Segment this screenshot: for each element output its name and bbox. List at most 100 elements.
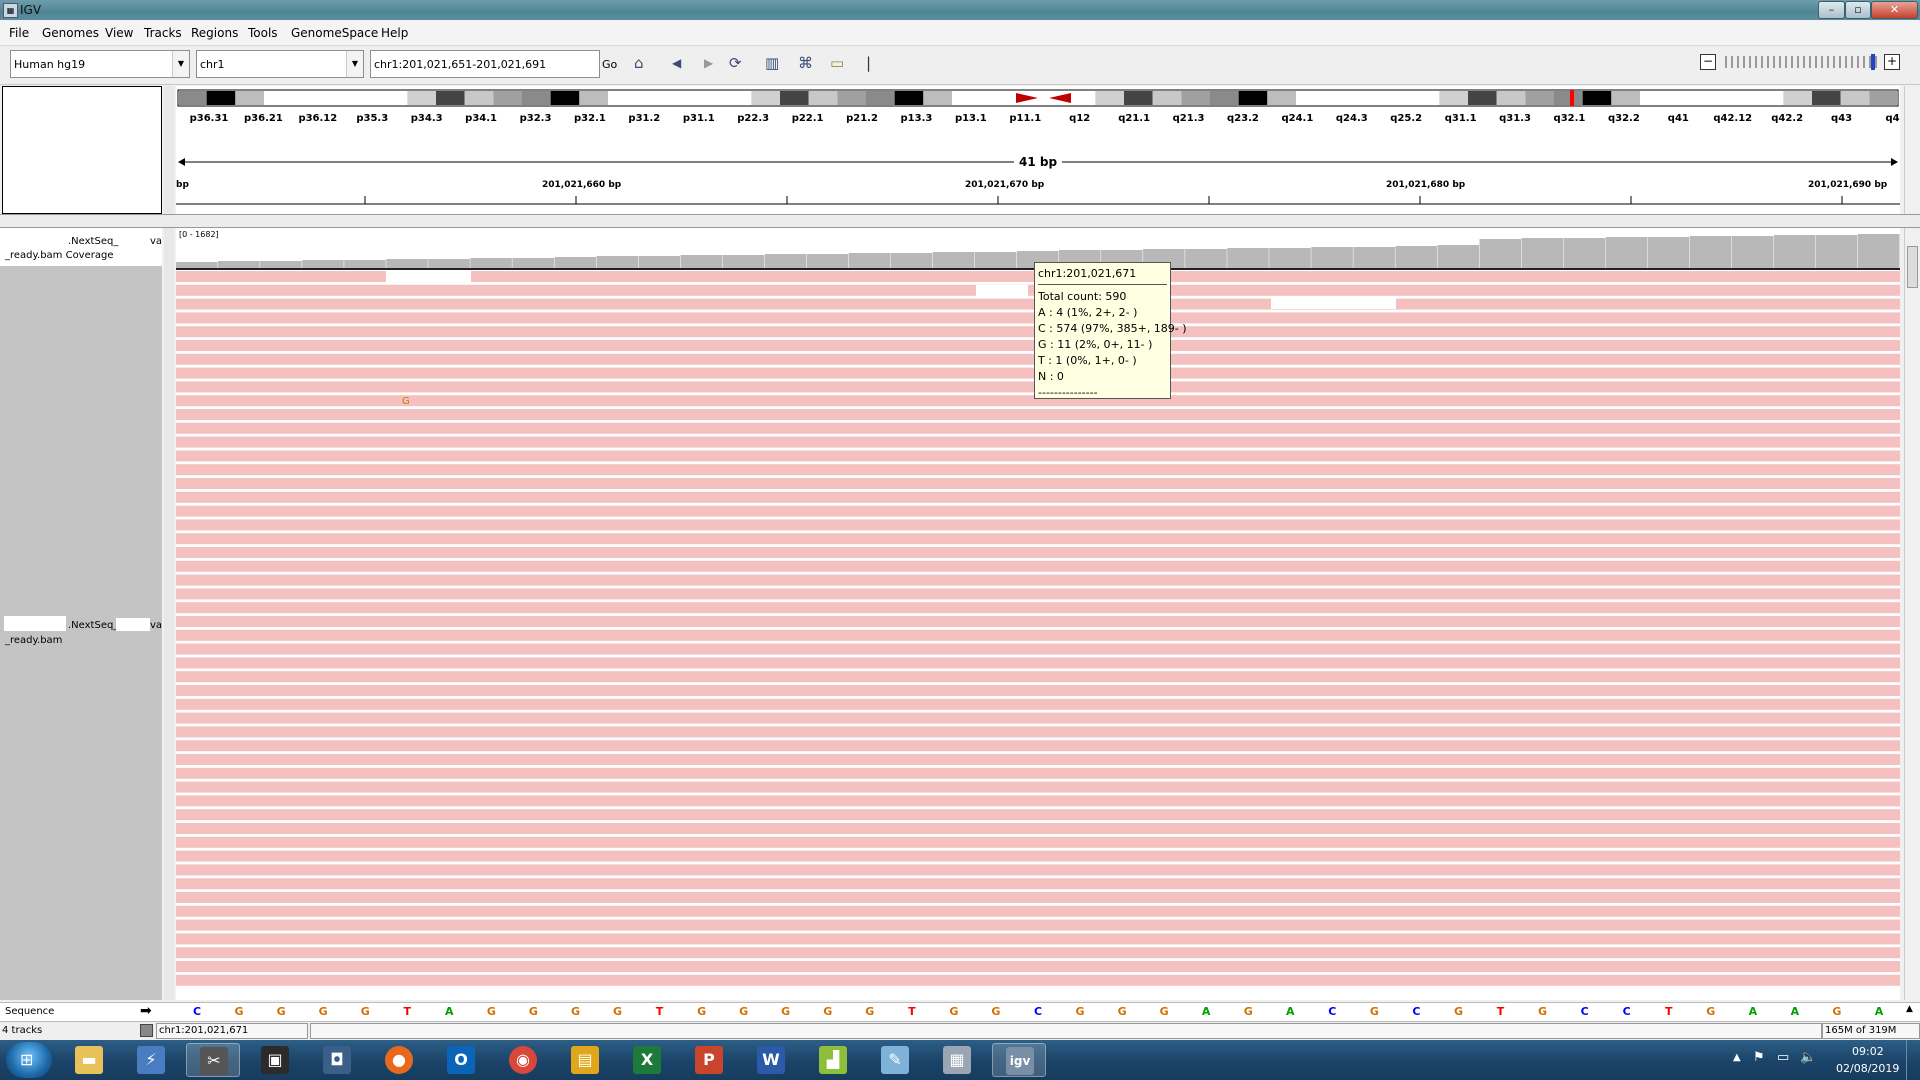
taskbar-explorer[interactable]: ▬ xyxy=(62,1043,116,1077)
forward-arrow-icon[interactable]: ▶ xyxy=(704,56,713,70)
taskbar-word[interactable]: W xyxy=(744,1043,798,1077)
taskbar-network-tool[interactable]: ⚡ xyxy=(124,1043,178,1077)
menu-file[interactable]: File xyxy=(9,26,29,40)
chevron-down-icon[interactable]: ▼ xyxy=(346,51,363,77)
chromosome-ideogram[interactable]: p36.31 p36.21 p36.12 p35.3 p34.3 p34.1 p32.3 p3… xyxy=(176,86,1900,126)
home-icon[interactable]: ⌂ xyxy=(634,54,644,72)
toolbar: Human hg19 ▼ chr1 ▼ chr1:201,021,651-201… xyxy=(0,46,1920,85)
igv-icon: igv xyxy=(1006,1047,1034,1075)
memory-box[interactable]: 165M of 319M xyxy=(1822,1023,1920,1039)
flag-icon[interactable]: ⚑ xyxy=(1753,1050,1765,1065)
taskbar-notes[interactable]: ✎ xyxy=(868,1043,922,1077)
menu-tools[interactable]: Tools xyxy=(248,26,278,40)
resize-tracks-icon[interactable]: ▥ xyxy=(765,54,779,72)
taskbar-calculator[interactable]: ▦ xyxy=(930,1043,984,1077)
read xyxy=(176,422,1900,434)
chromosome-selector[interactable]: chr1 ▼ xyxy=(196,50,364,78)
outlook-icon: O xyxy=(447,1046,475,1074)
mismatch-base[interactable]: G xyxy=(402,396,410,407)
word-icon: W xyxy=(757,1046,785,1074)
coverage-bar xyxy=(680,255,723,268)
menu-tracks[interactable]: Tracks xyxy=(144,26,182,40)
zoom-slider[interactable] xyxy=(1722,54,1882,70)
band-label: p36.21 xyxy=(244,113,283,124)
menu-view[interactable]: View xyxy=(105,26,133,40)
read xyxy=(176,505,1900,517)
clock-date[interactable]: 02/08/2019 xyxy=(1836,1062,1899,1075)
sequence-base: A xyxy=(445,1005,454,1018)
track-count: 4 tracks xyxy=(2,1025,43,1036)
locus-input[interactable]: chr1:201,021,651-201,021,691 xyxy=(370,50,600,78)
zoom-out-icon[interactable]: − xyxy=(1700,54,1716,70)
popup-info-icon[interactable]: ▭ xyxy=(830,54,844,72)
band-label: p34.3 xyxy=(411,113,443,124)
data-scrollbar[interactable] xyxy=(1904,228,1919,1000)
read xyxy=(176,947,1900,959)
read xyxy=(176,436,1900,448)
network-status-icon[interactable]: ▭ xyxy=(1777,1050,1789,1065)
taskbar-excel[interactable]: X xyxy=(620,1043,674,1077)
zoom-in-icon[interactable]: + xyxy=(1884,54,1900,70)
sequence-base: A xyxy=(1286,1005,1295,1018)
band-label: q42.12 xyxy=(1713,113,1752,124)
taskbar-screenshot-tool[interactable]: ✂ xyxy=(186,1043,240,1077)
position-box: chr1:201,021,671 xyxy=(156,1023,308,1039)
go-button[interactable]: Go xyxy=(602,58,617,71)
coverage-track-name[interactable]: .NextSeq_ xyxy=(68,236,118,247)
menu-help[interactable]: Help xyxy=(381,26,408,40)
menu-regions[interactable]: Regions xyxy=(191,26,238,40)
close-button[interactable]: ✕ xyxy=(1871,1,1918,19)
read xyxy=(176,878,1900,890)
menu-genomes[interactable]: Genomes xyxy=(42,26,99,40)
bam-track-name[interactable]: .NextSeq_ xyxy=(68,620,118,631)
clock-time[interactable]: 09:02 xyxy=(1852,1045,1884,1058)
sequence-base: C xyxy=(1622,1005,1631,1018)
header-scrollbar[interactable] xyxy=(1904,86,1919,214)
taskbar-igv[interactable]: igv xyxy=(992,1043,1046,1077)
taskbar-store[interactable]: ◘ xyxy=(310,1043,364,1077)
maximize-button[interactable]: ▫ xyxy=(1845,1,1871,19)
track-name-panel: .NextSeq_ va _ready.bam Coverage .NextSe… xyxy=(0,228,162,1000)
minimize-button[interactable]: – xyxy=(1818,1,1845,19)
show-desktop-button[interactable] xyxy=(1906,1040,1920,1080)
taskbar-filezilla[interactable]: ▤ xyxy=(558,1043,612,1077)
coverage-bar xyxy=(974,252,1017,268)
read xyxy=(176,836,1900,848)
read xyxy=(176,767,1900,779)
tooltip-locus: chr1:201,021,671 xyxy=(1038,266,1167,285)
panel-divider[interactable] xyxy=(164,86,174,216)
coverage-bar xyxy=(722,255,765,268)
volume-icon[interactable]: 🔈 xyxy=(1800,1050,1816,1065)
taskbar-firefox[interactable]: ● xyxy=(372,1043,426,1077)
sequence-base: A xyxy=(1748,1005,1758,1018)
strand-arrow-icon[interactable]: ➡ xyxy=(140,1003,152,1019)
span-label: 41 bp xyxy=(1019,155,1058,169)
taskbar-terminal[interactable]: ▣ xyxy=(248,1043,302,1077)
region-of-interest-icon[interactable]: ⌘ xyxy=(798,54,813,72)
panel-divider[interactable] xyxy=(164,228,174,1000)
sequence-base: G xyxy=(318,1005,328,1018)
ruler-line-icon[interactable]: | xyxy=(866,54,871,72)
start-button[interactable]: ⊞ xyxy=(6,1042,52,1078)
band-label: p35.3 xyxy=(356,113,388,124)
chevron-down-icon[interactable]: ▼ xyxy=(172,51,189,77)
read xyxy=(176,643,1900,655)
sequence-track-name[interactable]: Sequence xyxy=(5,1006,54,1017)
taskbar-chart-app[interactable]: ▟ xyxy=(806,1043,860,1077)
back-arrow-icon[interactable]: ◀ xyxy=(672,56,681,70)
taskbar-powerpoint[interactable]: P xyxy=(682,1043,736,1077)
current-region-marker xyxy=(1570,90,1574,106)
sequence-base: G xyxy=(991,1005,1001,1018)
band-label: q21.1 xyxy=(1118,113,1150,124)
sequence-base: G xyxy=(823,1005,833,1018)
show-hidden-icons[interactable]: ▲ xyxy=(1733,1052,1741,1063)
taskbar-chrome[interactable]: ◉ xyxy=(496,1043,550,1077)
genome-selector[interactable]: Human hg19 ▼ xyxy=(10,50,190,78)
taskbar-outlook[interactable]: O xyxy=(434,1043,488,1077)
panel-splitter[interactable] xyxy=(0,214,1920,228)
scrollbar-thumb[interactable] xyxy=(1907,246,1918,288)
window-title: IGV xyxy=(20,3,42,17)
menu-genomespace[interactable]: GenomeSpace xyxy=(291,26,378,40)
scroll-arrows-icon[interactable]: ▲ xyxy=(1906,1004,1913,1014)
refresh-icon[interactable]: ⟳ xyxy=(729,54,742,72)
